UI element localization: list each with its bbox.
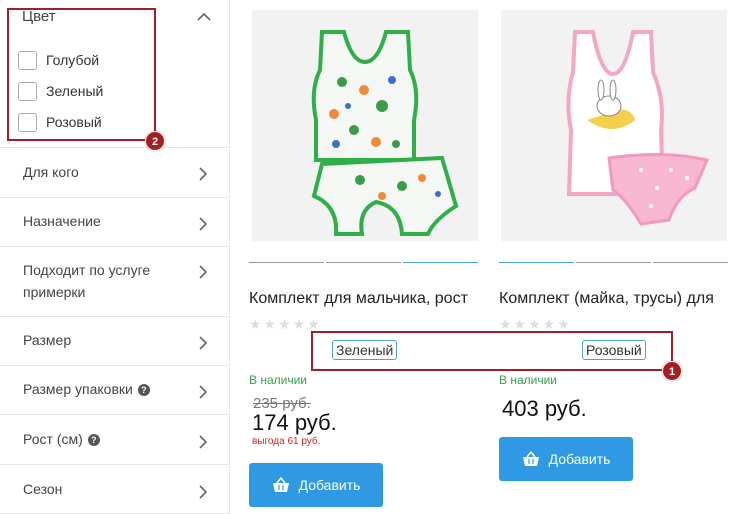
chevron-right-icon (199, 336, 208, 350)
filter-package-size[interactable]: Размер упаковки? (0, 366, 230, 415)
help-icon[interactable]: ? (87, 434, 100, 446)
image-slider-indicators[interactable] (499, 262, 728, 264)
filter-fitting-service[interactable]: Подходит по услуге примерки (0, 247, 230, 317)
annotation-badge-1: 1 (662, 361, 682, 381)
filter-purpose[interactable]: Назначение (0, 198, 230, 247)
stock-status: В наличии (249, 373, 308, 387)
filter-label: Подходит по услуге примерки (23, 262, 151, 300)
chevron-right-icon (199, 167, 208, 181)
tank-and-panties-illustration (501, 10, 727, 241)
filter-label-wrap: Рост (см)? (23, 428, 100, 450)
product-title[interactable]: Комплект (майка, трусы) для (499, 290, 721, 308)
chevron-right-icon (199, 265, 208, 279)
product-card: Комплект для мальчика, рост ★★★★★ Зелены… (248, 0, 478, 514)
image-slider-indicators[interactable] (249, 262, 478, 264)
chevron-right-icon (199, 435, 208, 449)
chevron-right-icon (199, 485, 208, 499)
basket-icon (522, 451, 539, 466)
add-to-cart-label: Добавить (548, 451, 611, 467)
add-to-cart-label: Добавить (298, 477, 361, 493)
stock-status: В наличии (499, 373, 558, 387)
filter-height[interactable]: Рост (см)? (0, 415, 230, 465)
chevron-up-icon[interactable] (197, 12, 211, 22)
product-card: Комплект (майка, трусы) для ★★★★★ Розовы… (498, 0, 728, 514)
filter-size[interactable]: Размер (0, 317, 230, 366)
filter-label: Размер (23, 332, 72, 348)
basket-icon (272, 477, 289, 492)
price: 174 руб. (252, 410, 337, 435)
bodysuit-illustration (252, 10, 478, 241)
annotation-badge-2: 2 (145, 131, 165, 151)
filter-label-wrap: Размер упаковки? (23, 378, 150, 400)
filter-label: Для кого (23, 164, 79, 180)
add-to-cart-button[interactable]: Добавить (499, 437, 633, 481)
filter-season[interactable]: Сезон (0, 465, 230, 514)
chevron-right-icon (199, 217, 208, 231)
product-title[interactable]: Комплект для мальчика, рост (249, 290, 471, 308)
help-icon[interactable]: ? (137, 384, 150, 396)
price: 403 руб. (502, 396, 587, 421)
filter-label: Размер упаковки (23, 381, 133, 397)
annotation-box-2 (7, 8, 156, 141)
filter-label: Назначение (23, 213, 101, 229)
add-to-cart-button[interactable]: Добавить (249, 463, 383, 507)
chevron-right-icon (199, 385, 208, 399)
saving-text: выгода 61 руб. (252, 436, 321, 447)
filter-label: Сезон (23, 481, 63, 497)
filter-for-whom[interactable]: Для кого (0, 148, 230, 198)
product-image[interactable] (501, 10, 727, 241)
annotation-box-1 (311, 331, 673, 371)
product-image[interactable] (252, 10, 478, 241)
filter-label: Рост (см) (23, 431, 83, 447)
